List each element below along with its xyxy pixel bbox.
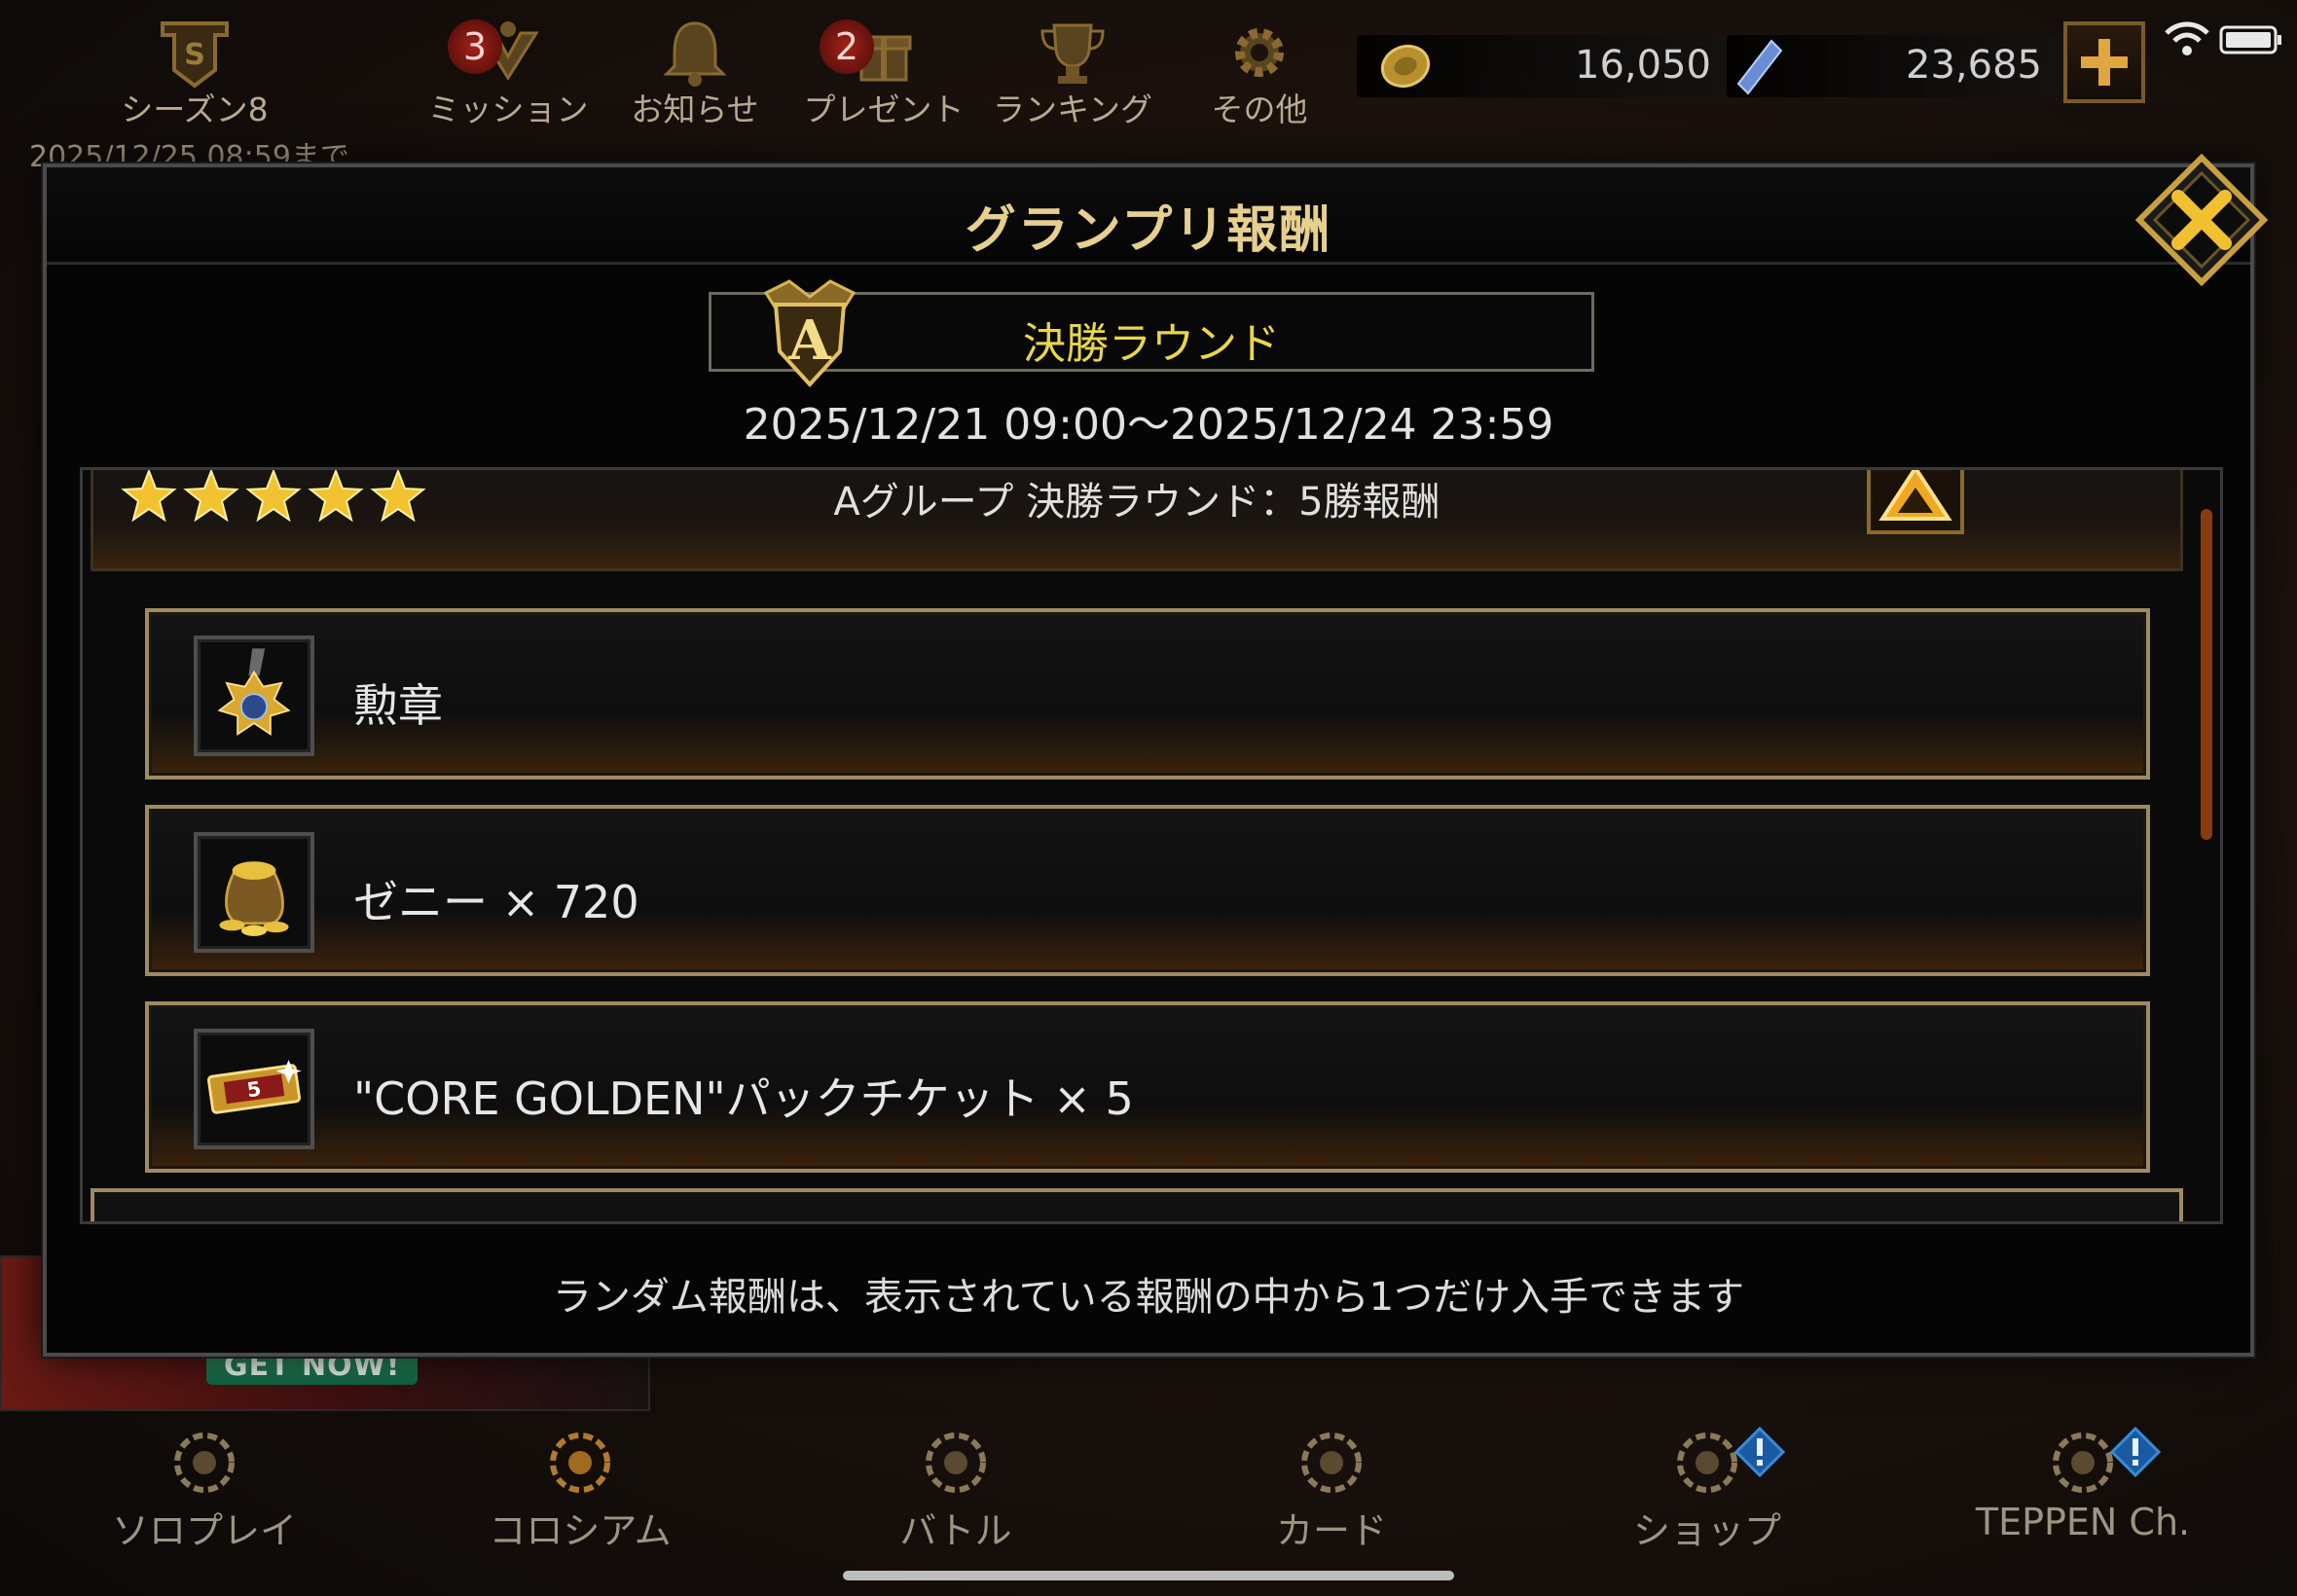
zenny-counter: 16,050: [1357, 35, 1727, 97]
zenny-bag-icon: [219, 861, 289, 936]
reward-text: "CORE GOLDEN"パックチケット × 5: [353, 1072, 1134, 1125]
solo-play-icon: [174, 1433, 235, 1493]
nav-cards[interactable]: カード: [1185, 1429, 1477, 1554]
season-emblem-icon: S: [161, 21, 229, 89]
missions-badge: 3: [448, 19, 502, 74]
next-reward-group-header[interactable]: [91, 1188, 2183, 1221]
presents-button[interactable]: 2 プレゼント: [796, 14, 971, 130]
wifi-icon: [2165, 21, 2209, 55]
cards-icon: [1301, 1433, 1362, 1493]
nav-solo-play-label: ソロプレイ: [111, 1509, 297, 1552]
news-button[interactable]: お知らせ: [607, 14, 783, 130]
nav-teppen-channel-label: TEPPEN Ch.: [1975, 1501, 2191, 1543]
crystal-icon: [1736, 39, 1783, 95]
battle-icon: [926, 1433, 986, 1493]
nav-solo-play[interactable]: ソロプレイ: [58, 1429, 350, 1554]
close-icon: [2134, 153, 2269, 287]
pack-ticket-icon: 5: [207, 1060, 302, 1114]
bottom-nav: ソロプレイ コロシアム バトル カード ショップ TEPPEN Ch.: [0, 1421, 2297, 1596]
reward-thumbnail: 5: [194, 1029, 314, 1149]
bell-icon: [663, 21, 727, 87]
reward-text: ゼニー × 720: [353, 876, 639, 928]
zenny-value: 16,050: [1575, 43, 1711, 88]
nav-shop-label: ショップ: [1632, 1509, 1781, 1552]
reward-item: 5 "CORE GOLDEN"パックチケット × 5: [145, 1001, 2150, 1173]
nav-shop[interactable]: ショップ: [1561, 1426, 1853, 1554]
reward-thumbnail: [194, 832, 314, 953]
news-label: お知らせ: [631, 91, 759, 128]
gear-icon: [1235, 28, 1284, 77]
nav-cards-label: カード: [1275, 1509, 1387, 1552]
reward-list-panel[interactable]: Aグループ 決勝ラウンド：5勝報酬 勲章 ゼニー × 720 5 "CORE G…: [80, 467, 2223, 1224]
nav-battle-label: バトル: [899, 1509, 1012, 1552]
random-reward-note: ランダム報酬は、表示されている報酬の中から1つだけ入手できます: [552, 1275, 1745, 1320]
reward-list-scrollbar[interactable]: [2201, 509, 2212, 840]
reward-item: ゼニー × 720: [145, 805, 2150, 976]
close-button[interactable]: [2133, 152, 2270, 288]
ranking-button[interactable]: ランキング: [985, 14, 1160, 130]
round-label: 決勝ラウンド: [1023, 319, 1280, 369]
presents-label: プレゼント: [803, 91, 965, 128]
reward-text: 勲章: [353, 679, 443, 732]
device-status: [2163, 19, 2289, 58]
gem-counter: 23,685: [1727, 35, 2058, 97]
teppen-channel-icon: [2053, 1433, 2113, 1493]
reward-item: 勲章: [145, 608, 2150, 780]
battery-icon: [2219, 25, 2281, 54]
ranking-label: ランキング: [992, 91, 1152, 128]
season-label: シーズン8: [121, 91, 269, 128]
missions-button[interactable]: 3 ミッション: [420, 14, 596, 130]
home-indicator[interactable]: [843, 1571, 1454, 1580]
reward-thumbnail: [194, 635, 314, 756]
other-label: その他: [1211, 91, 1308, 128]
reward-group-header[interactable]: Aグループ 決勝ラウンド：5勝報酬: [91, 467, 2183, 571]
grand-prix-rewards-dialog: グランプリ報酬 A 決勝ラウンド 2025/12/21 09:00〜2025/1…: [43, 153, 2269, 1357]
plus-icon: [2081, 39, 2128, 86]
collapse-arrow-icon[interactable]: [1865, 467, 1966, 536]
shop-icon: [1677, 1433, 1737, 1493]
dialog-title: グランプリ報酬: [965, 201, 1332, 260]
season-button[interactable]: S シーズン8: [107, 14, 282, 130]
dialog-header: グランプリ報酬: [47, 167, 2250, 265]
nav-teppen-channel[interactable]: TEPPEN Ch.: [1937, 1426, 2229, 1543]
add-currency-button[interactable]: [2063, 21, 2145, 103]
round-period: 2025/12/21 09:00〜2025/12/24 23:59: [743, 400, 1554, 450]
top-bar: S シーズン8 2025/12/25 08:59まで 3 ミッション お知らせ …: [0, 0, 2297, 174]
trophy-icon: [1040, 23, 1105, 84]
round-banner: A 決勝ラウンド: [709, 279, 1594, 387]
nav-colosseum-label: コロシアム: [489, 1509, 672, 1552]
nav-colosseum[interactable]: コロシアム: [434, 1429, 726, 1554]
nav-battle[interactable]: バトル: [810, 1429, 1102, 1554]
colosseum-icon: [550, 1433, 610, 1493]
missions-label: ミッション: [427, 91, 589, 128]
presents-badge: 2: [820, 19, 874, 74]
medal-icon: [217, 648, 291, 737]
gem-value: 23,685: [1906, 43, 2042, 88]
coin-icon: [1380, 44, 1431, 89]
shop-alert-icon: [1733, 1426, 1786, 1478]
svg-text:S: S: [184, 38, 205, 72]
teppen-ch-alert-icon: [2109, 1426, 2162, 1478]
other-button[interactable]: その他: [1172, 14, 1347, 130]
